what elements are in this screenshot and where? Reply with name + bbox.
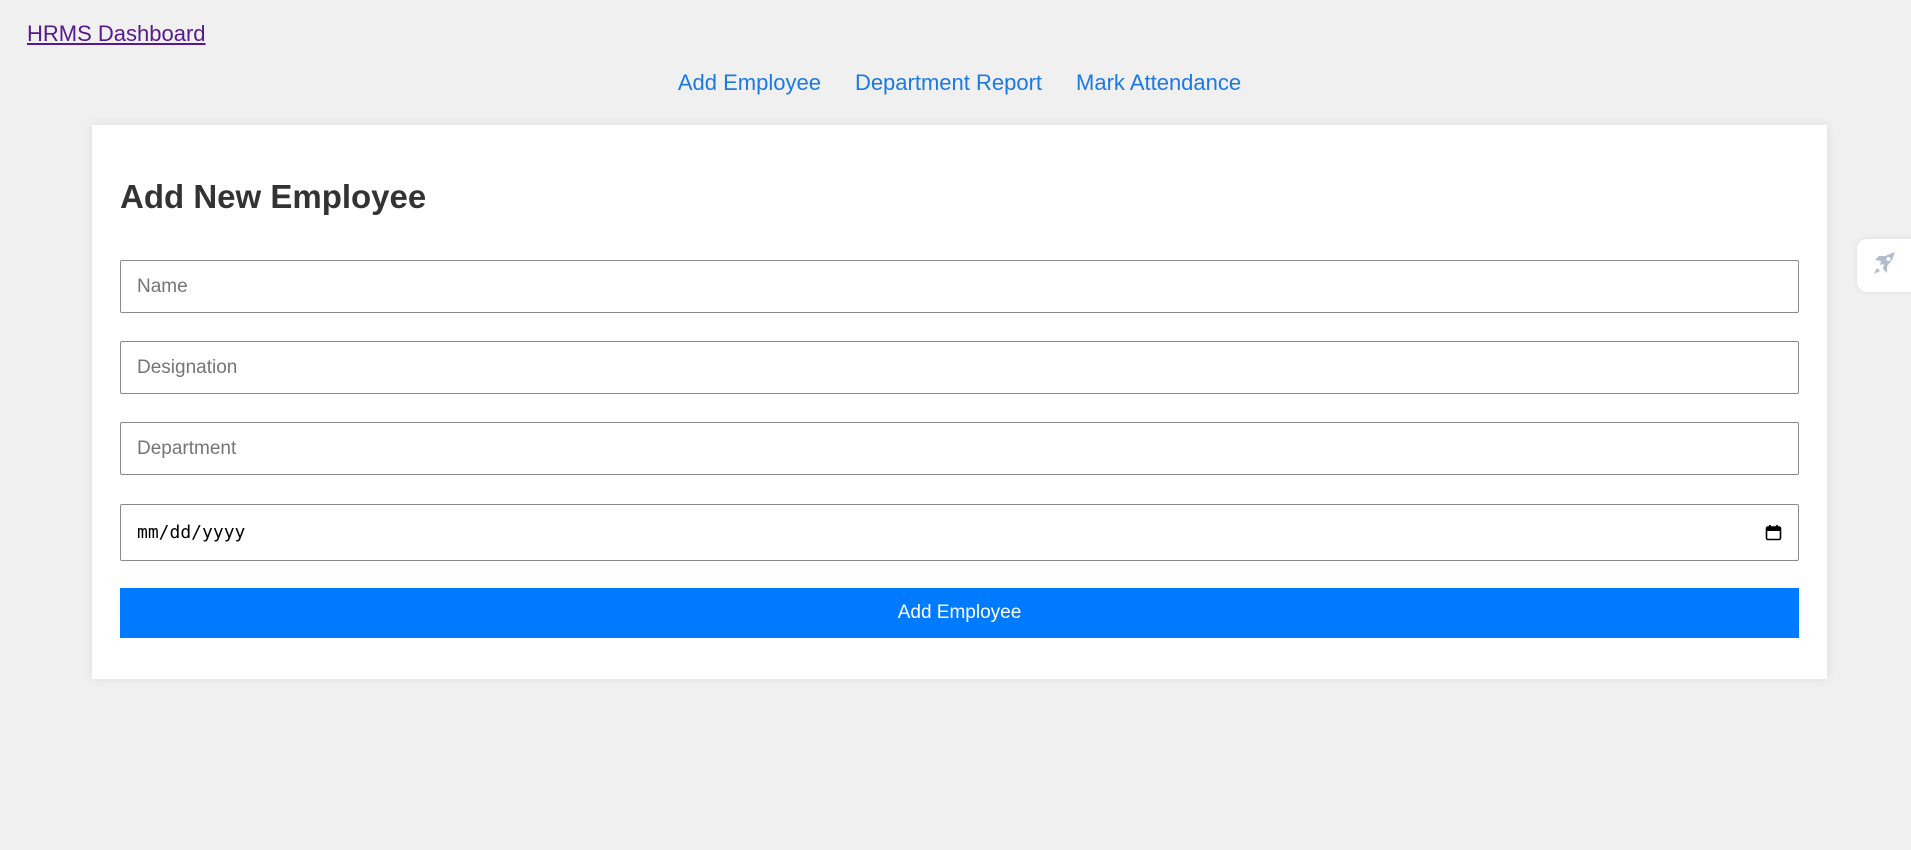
nav-mark-attendance-link[interactable]: Mark Attendance [1076, 70, 1241, 96]
top-nav: Add Employee Department Report Mark Atte… [0, 70, 1911, 96]
page-title: Add New Employee [120, 178, 427, 215]
department-input[interactable] [120, 422, 1799, 475]
rocket-icon [1871, 249, 1899, 282]
side-widget-tab[interactable] [1857, 239, 1911, 292]
add-employee-card: Add New Employee mm/dd/yyyy Add Employee [92, 125, 1827, 679]
name-input[interactable] [120, 260, 1799, 313]
designation-input[interactable] [120, 341, 1799, 394]
date-placeholder: mm/dd/yyyy [137, 522, 246, 543]
hrms-dashboard-link[interactable]: HRMS Dashboard [27, 21, 206, 47]
nav-add-employee-link[interactable]: Add Employee [678, 70, 821, 96]
nav-department-report-link[interactable]: Department Report [855, 70, 1042, 96]
calendar-icon[interactable] [1765, 524, 1782, 541]
joining-date-input[interactable]: mm/dd/yyyy [120, 504, 1799, 561]
add-employee-button[interactable]: Add Employee [120, 588, 1799, 638]
